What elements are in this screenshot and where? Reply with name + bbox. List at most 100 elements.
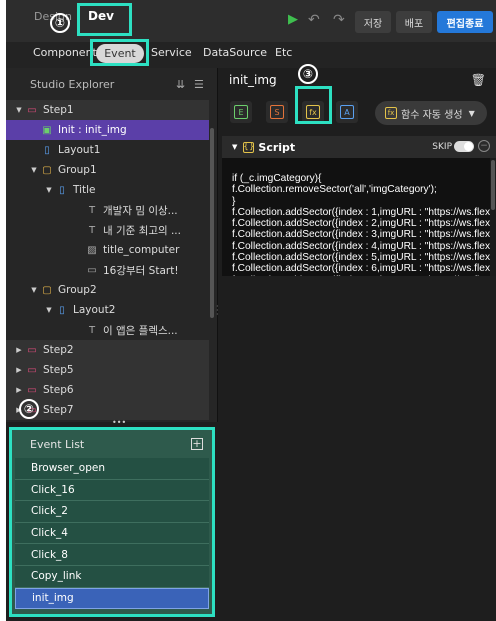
event-list-title: Event List xyxy=(30,437,85,451)
tree-node-label: title_computer xyxy=(103,244,180,256)
code-scrollbar[interactable] xyxy=(490,158,496,276)
code-line: f.Collection.addSector({index : 3,imgURL… xyxy=(232,229,490,241)
event-list-item[interactable]: Click_8 xyxy=(15,544,209,566)
sort-icon[interactable]: ⇊ xyxy=(176,78,185,91)
tree-node[interactable]: T 개발자 밈 이상... xyxy=(6,200,209,220)
tree-expand-icon[interactable]: ▶ xyxy=(14,346,24,354)
tree-expand-icon[interactable]: ▶ xyxy=(14,366,24,374)
event-tab-highlight xyxy=(90,39,149,66)
type-button-row: E S fx A fx 함수 자동 생성 ▼ xyxy=(222,92,496,134)
tree-node[interactable]: ▼ ▯ Title xyxy=(6,180,209,200)
tree-expand-icon[interactable]: ▼ xyxy=(44,186,54,194)
run-icon[interactable]: ▶ xyxy=(288,12,298,27)
tree-expand-icon[interactable]: ▶ xyxy=(14,386,24,394)
event-editor-panel: init_img 🗑 E S fx A fx 함수 자동 생성 ▼ ③ ▼ {}… xyxy=(222,64,496,621)
event-list-item[interactable]: Browser_open xyxy=(15,458,209,480)
explorer-tree: ▼ ▭ Step1 ▣ Init : init_img ▯ Layout1 ▼ ▢ Group1 ▼… xyxy=(6,100,209,420)
fx-icon: fx xyxy=(385,107,397,119)
tree-step[interactable]: ▶ ▭ Step6 xyxy=(6,380,209,400)
add-event-icon[interactable]: + xyxy=(191,438,203,450)
text-icon: T xyxy=(88,204,96,216)
splitter-handle[interactable]: · · · xyxy=(216,303,219,319)
tree-node-label: Step2 xyxy=(43,344,74,356)
tree-expand-icon[interactable]: ▼ xyxy=(44,306,54,314)
text-icon: T xyxy=(88,324,96,336)
sub-tabs: Component Event Service DataSource Etc xyxy=(6,42,496,68)
tab-etc[interactable]: Etc xyxy=(275,46,292,59)
step-icon: ▭ xyxy=(27,364,37,376)
event-list-item[interactable]: Click_2 xyxy=(15,501,209,523)
tree-node[interactable]: ▯ Layout1 xyxy=(6,140,209,160)
service-type-button[interactable]: S xyxy=(266,101,288,123)
tree-node-label: Init : init_img xyxy=(58,124,127,136)
tree-node[interactable]: ▼ ▢ Group2 xyxy=(6,280,209,300)
tree-expand-icon[interactable]: ▼ xyxy=(14,106,24,114)
autogen-function-button[interactable]: fx 함수 자동 생성 ▼ xyxy=(375,101,487,125)
tree-node-label: Layout1 xyxy=(58,144,101,156)
skip-label: SKIP xyxy=(432,142,452,152)
step-icon: ▭ xyxy=(27,104,37,116)
tree-node-label: 내 기준 최고의 ... xyxy=(103,224,181,237)
save-button[interactable]: 저장 xyxy=(355,11,391,33)
event-list-item[interactable]: init_img xyxy=(15,587,209,610)
tree-expand-icon[interactable]: ▼ xyxy=(29,286,39,294)
step-icon: ▭ xyxy=(27,384,37,396)
tree-node-label: 16강부터 Start! xyxy=(103,264,179,277)
callout-3: ③ xyxy=(298,64,318,84)
filter-icon[interactable]: ☰ xyxy=(194,78,204,91)
tree-scrollbar[interactable] xyxy=(210,128,214,318)
tree-node[interactable]: ▼ ▢ Group1 xyxy=(6,160,209,180)
tree-node[interactable]: ▭ 16강부터 Start! xyxy=(6,260,209,280)
top-bar: Design Dev ① ▶ ↶ ↷ 저장 배포 편집종료 xyxy=(6,0,496,42)
redo-icon[interactable]: ↷ xyxy=(333,12,345,28)
editor-header: init_img 🗑 xyxy=(222,68,496,92)
code-line: f.Collection.addSector({index : 6,imgURL… xyxy=(232,263,490,275)
tree-expand-icon[interactable]: ▼ xyxy=(29,166,39,174)
tree-node[interactable]: ▼ ▯ Layout2 xyxy=(6,300,209,320)
remove-icon[interactable]: − xyxy=(478,140,490,152)
tree-node-label: Title xyxy=(73,184,96,196)
tree-node[interactable]: ▨ title_computer xyxy=(6,240,209,260)
event-type-button[interactable]: E xyxy=(230,101,252,123)
tree-node-label: 개발자 밈 이상... xyxy=(103,204,178,217)
service-type-icon: S xyxy=(270,105,284,119)
explorer-title: Studio Explorer xyxy=(30,77,115,91)
collapse-arrow-icon[interactable]: ▼ xyxy=(232,143,237,151)
tree-step[interactable]: ▶ ▭ Step2 xyxy=(6,340,209,360)
code-line: } xyxy=(232,195,236,207)
tree-node-label: Step1 xyxy=(43,104,74,116)
event-list-item[interactable]: Click_4 xyxy=(15,522,209,545)
panel-resize-dots[interactable]: ••• xyxy=(112,418,126,427)
callout-1: ① xyxy=(50,13,70,33)
tree-node[interactable]: ▣ Init : init_img xyxy=(6,120,209,140)
event-type-icon: E xyxy=(234,105,248,119)
tree-node[interactable]: T 내 기준 최고의 ... xyxy=(6,220,209,240)
skip-toggle[interactable] xyxy=(454,141,474,152)
event-list-panel: Event List + Browser_open Click_16 Click_2… xyxy=(9,427,215,617)
code-line: if (_c.imgCategory){ xyxy=(232,173,322,184)
event-list-item[interactable]: Copy_link xyxy=(15,565,209,588)
explorer-header: Studio Explorer ⇊ ☰ xyxy=(6,68,218,100)
edit-end-button[interactable]: 편집종료 xyxy=(437,11,493,33)
action-type-icon: A xyxy=(340,105,354,119)
code-line: f.Collection.removeSector('all','imgCate… xyxy=(232,184,437,196)
deploy-button[interactable]: 배포 xyxy=(396,11,432,33)
undo-icon[interactable]: ↶ xyxy=(308,12,320,28)
action-type-button[interactable]: A xyxy=(336,101,358,123)
tree-step[interactable]: ▼ ▭ Step1 xyxy=(6,100,209,120)
script-section-header[interactable]: ▼ {} Script SKIP − xyxy=(222,136,496,158)
studio-app: Design Dev ① ▶ ↶ ↷ 저장 배포 편집종료 Component … xyxy=(6,0,496,621)
dropdown-arrow-icon: ▼ xyxy=(468,108,475,118)
autogen-label: 함수 자동 생성 xyxy=(401,109,463,121)
code-line: f.Collection.addSector({index : 7,imgURL… xyxy=(232,275,490,276)
tab-service[interactable]: Service xyxy=(151,46,192,59)
tree-node[interactable]: T 이 앱은 플렉스... xyxy=(6,320,209,340)
tab-component[interactable]: Component xyxy=(33,46,97,59)
script-code-editor[interactable]: if (_c.imgCategory){f.Collection.removeS… xyxy=(222,158,490,276)
trash-icon[interactable]: 🗑 xyxy=(471,73,486,87)
tree-step[interactable]: ▶ ▭ Step5 xyxy=(6,360,209,380)
event-list-item[interactable]: Click_16 xyxy=(15,479,209,502)
script-label: Script xyxy=(258,140,296,154)
event-list-header: Event List + xyxy=(12,430,212,458)
tab-datasource[interactable]: DataSource xyxy=(203,46,267,59)
